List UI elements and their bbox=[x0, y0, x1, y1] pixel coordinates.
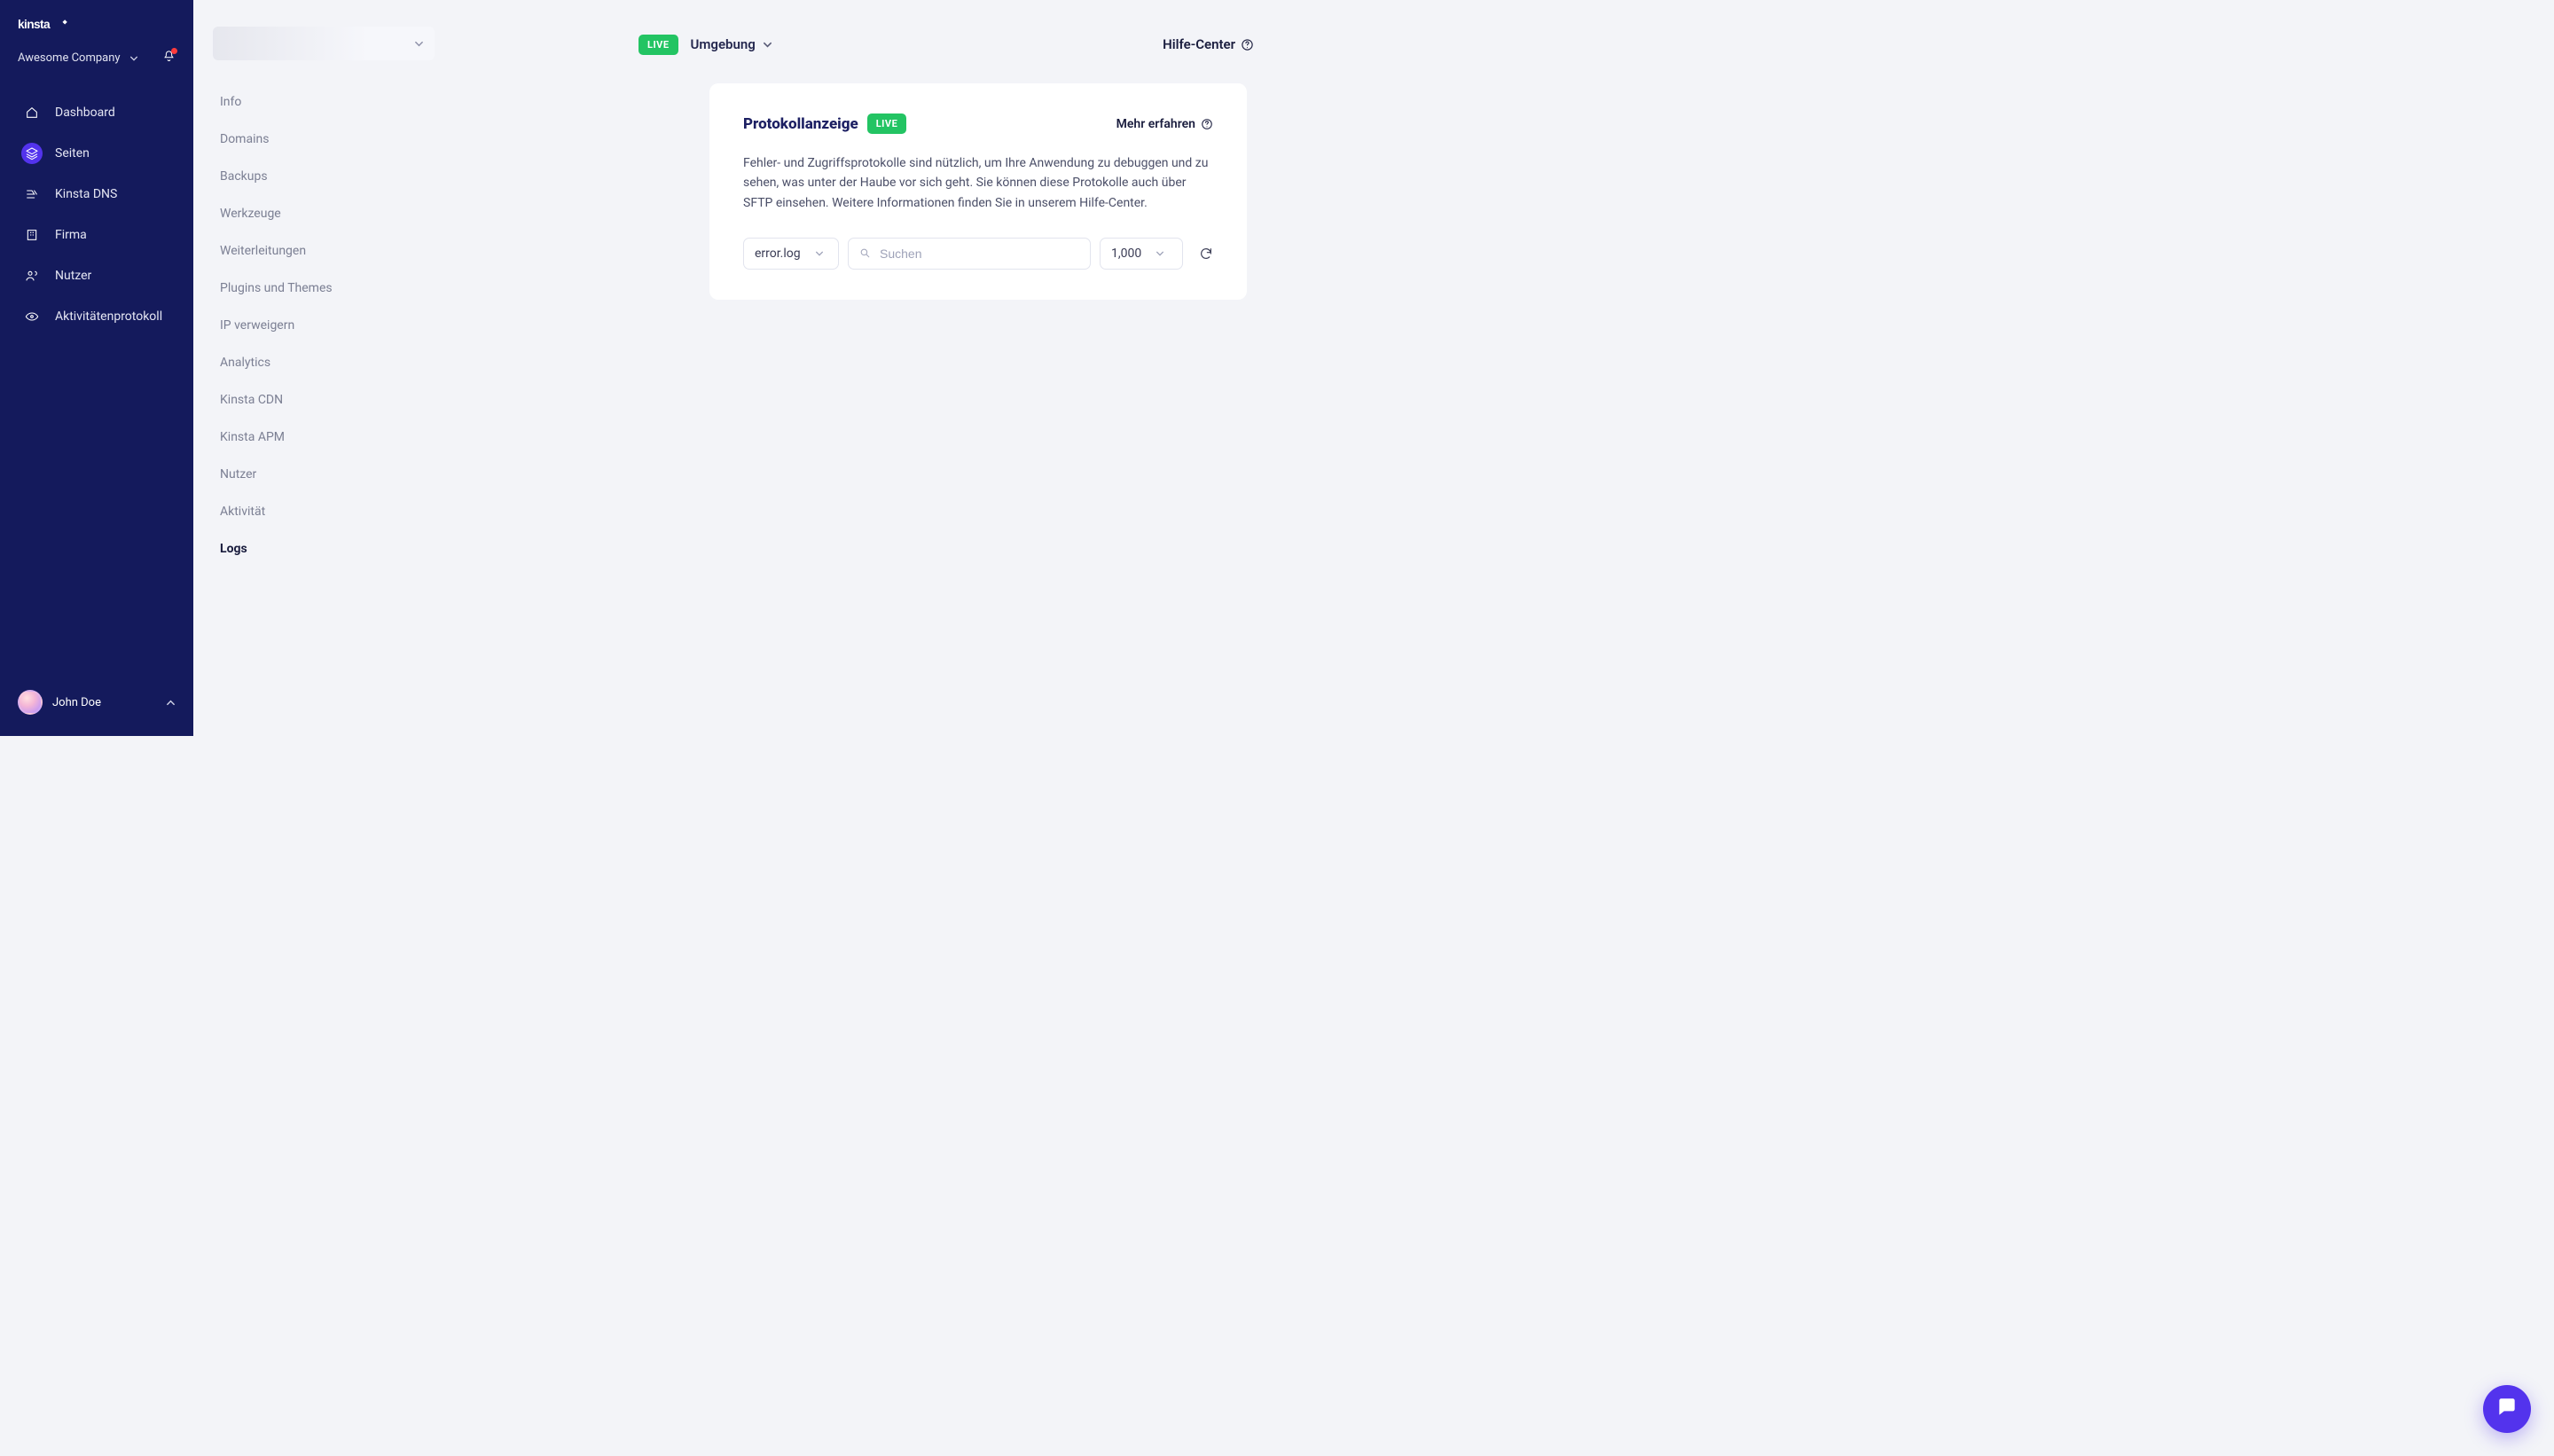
chat-fab[interactable] bbox=[2483, 1385, 2531, 1433]
home-icon bbox=[21, 102, 43, 123]
subnav-label: Backups bbox=[220, 169, 268, 184]
subnav-label: Logs bbox=[220, 542, 247, 556]
kinsta-logo: kinsta bbox=[18, 16, 96, 34]
nav-label: Nutzer bbox=[55, 269, 91, 283]
subnav-label: Domains bbox=[220, 132, 269, 146]
subnav-item-kinsta-cdn[interactable]: Kinsta CDN bbox=[193, 381, 355, 419]
environment-select[interactable]: Umgebung bbox=[691, 36, 772, 52]
subnav-item-weiterleitungen[interactable]: Weiterleitungen bbox=[193, 232, 355, 270]
subnav-item-domains[interactable]: Domains bbox=[193, 121, 355, 158]
nav-label: Firma bbox=[55, 228, 87, 242]
chevron-down-icon bbox=[1156, 249, 1164, 258]
nav-item-seiten[interactable]: Seiten bbox=[9, 134, 184, 173]
building-icon bbox=[21, 224, 43, 246]
user-menu[interactable]: John Doe bbox=[0, 681, 193, 724]
users-icon bbox=[21, 265, 43, 286]
subnav-item-werkzeuge[interactable]: Werkzeuge bbox=[193, 195, 355, 232]
subnav-label: IP verweigern bbox=[220, 318, 294, 333]
subnav-item-plugins-themes[interactable]: Plugins und Themes bbox=[193, 270, 355, 307]
notifications-bell[interactable] bbox=[162, 50, 176, 67]
subnav-item-logs[interactable]: Logs bbox=[193, 530, 355, 568]
notification-dot bbox=[171, 48, 177, 54]
nav-label: Seiten bbox=[55, 146, 90, 160]
card-live-badge: LIVE bbox=[867, 114, 907, 134]
chevron-up-icon bbox=[166, 698, 176, 708]
log-search-box[interactable] bbox=[848, 238, 1091, 270]
nav-item-firma[interactable]: Firma bbox=[9, 215, 184, 254]
nav-label: Dashboard bbox=[55, 106, 115, 120]
log-limit-value: 1,000 bbox=[1111, 247, 1141, 261]
user-name: John Doe bbox=[52, 696, 101, 709]
eye-icon bbox=[21, 306, 43, 327]
subnav-label: Info bbox=[220, 95, 241, 109]
subnav-item-aktivitaet[interactable]: Aktivität bbox=[193, 493, 355, 530]
secondary-nav: Info Domains Backups Werkzeuge Weiterlei… bbox=[193, 0, 355, 736]
chevron-down-icon bbox=[763, 40, 772, 50]
subnav-label: Plugins und Themes bbox=[220, 281, 333, 295]
nav-label: Aktivitätenprotokoll bbox=[55, 309, 162, 324]
help-circle-icon bbox=[1241, 38, 1254, 51]
nav-item-kinsta-dns[interactable]: Kinsta DNS bbox=[9, 175, 184, 214]
subnav-item-backups[interactable]: Backups bbox=[193, 158, 355, 195]
subnav-item-info[interactable]: Info bbox=[193, 83, 355, 121]
log-file-select[interactable]: error.log bbox=[743, 238, 839, 270]
search-icon bbox=[859, 246, 871, 262]
avatar bbox=[18, 690, 43, 715]
help-center-link[interactable]: Hilfe-Center bbox=[1163, 36, 1254, 52]
subnav-label: Werkzeuge bbox=[220, 207, 281, 221]
help-circle-icon bbox=[1201, 118, 1213, 130]
chat-icon bbox=[2495, 1396, 2519, 1422]
svg-text:kinsta: kinsta bbox=[18, 18, 51, 31]
env-badge: LIVE bbox=[638, 35, 678, 55]
subnav-item-ip-verweigern[interactable]: IP verweigern bbox=[193, 307, 355, 344]
subnav-item-analytics[interactable]: Analytics bbox=[193, 344, 355, 381]
content-area: LIVE Umgebung Hilfe-Center Protokollanze… bbox=[355, 0, 1282, 736]
log-file-value: error.log bbox=[755, 247, 801, 261]
nav-item-nutzer[interactable]: Nutzer bbox=[9, 256, 184, 295]
nav-label: Kinsta DNS bbox=[55, 187, 117, 201]
learn-more-label: Mehr erfahren bbox=[1116, 117, 1195, 131]
card-title: Protokollanzeige bbox=[743, 115, 858, 133]
company-name: Awesome Company bbox=[18, 51, 121, 65]
help-label: Hilfe-Center bbox=[1163, 36, 1235, 52]
log-viewer-card: Protokollanzeige LIVE Mehr erfahren Fehl… bbox=[709, 83, 1247, 300]
subnav-item-kinsta-apm[interactable]: Kinsta APM bbox=[193, 419, 355, 456]
subnav-label: Nutzer bbox=[220, 467, 256, 481]
chevron-down-icon bbox=[815, 249, 824, 258]
subnav-item-nutzer[interactable]: Nutzer bbox=[193, 456, 355, 493]
chevron-down-icon bbox=[129, 54, 138, 63]
subnav-label: Kinsta APM bbox=[220, 430, 285, 444]
company-select[interactable]: Awesome Company bbox=[18, 51, 138, 65]
route-icon bbox=[21, 184, 43, 205]
card-description: Fehler- und Zugriffsprotokolle sind nütz… bbox=[743, 153, 1213, 213]
log-limit-select[interactable]: 1,000 bbox=[1100, 238, 1183, 270]
refresh-button[interactable] bbox=[1199, 247, 1213, 261]
subnav-label: Kinsta CDN bbox=[220, 393, 283, 407]
layers-icon bbox=[21, 143, 43, 164]
refresh-icon bbox=[1199, 247, 1213, 261]
subnav-label: Weiterleitungen bbox=[220, 244, 306, 258]
primary-nav: Dashboard Seiten Kinsta DNS Firma bbox=[0, 84, 193, 338]
env-label: Umgebung bbox=[691, 36, 756, 52]
sidebar: kinsta Awesome Company Da bbox=[0, 0, 193, 736]
subnav-label: Aktivität bbox=[220, 505, 265, 519]
nav-item-aktivitaetenprotokoll[interactable]: Aktivitätenprotokoll bbox=[9, 297, 184, 336]
nav-item-dashboard[interactable]: Dashboard bbox=[9, 93, 184, 132]
log-search-input[interactable] bbox=[880, 247, 1079, 261]
subnav-label: Analytics bbox=[220, 356, 270, 370]
learn-more-link[interactable]: Mehr erfahren bbox=[1116, 117, 1213, 131]
